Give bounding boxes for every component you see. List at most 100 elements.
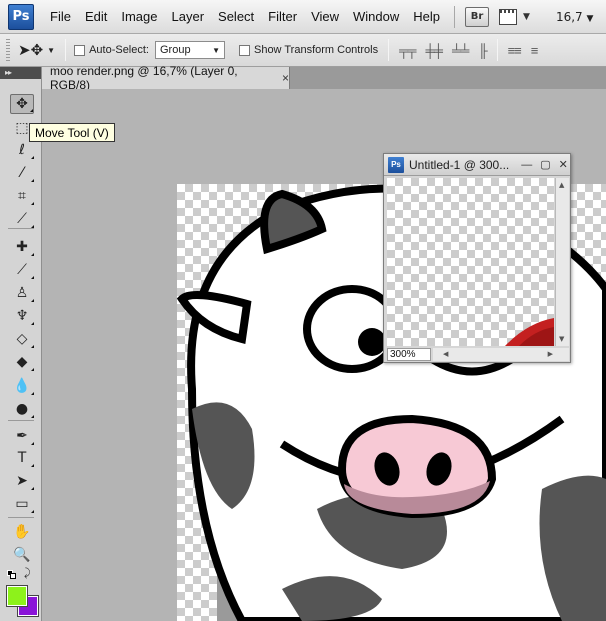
tool-flyout-indicator [31,510,34,513]
move-tool-preset-icon[interactable]: ➤✥ [18,41,43,59]
tool-flyout-indicator [31,345,34,348]
document-tab-bar: moo render.png @ 16,7% (Layer 0, RGB/8) … [42,64,606,92]
chevron-down-icon[interactable]: ▼ [47,46,55,55]
menu-edit[interactable]: Edit [85,9,107,24]
menu-layer[interactable]: Layer [172,9,205,24]
healing-brush-tool-icon[interactable]: ✚ [10,237,34,257]
left-pupil [358,328,386,356]
brush-tool-icon[interactable]: ⟋ [10,260,34,280]
zoom-field[interactable]: 300% [387,348,431,361]
auto-select-value: Group [159,44,191,56]
distribute-vcenter-icon[interactable]: ≡ [531,43,539,58]
minimize-icon[interactable]: — [521,159,532,171]
document-tab[interactable]: moo render.png @ 16,7% (Layer 0, RGB/8) … [42,64,290,92]
zoom-level-menu[interactable]: 16,7 ▼ [556,10,593,24]
scroll-down-icon[interactable]: ▼ [559,335,564,343]
menu-window[interactable]: Window [353,9,399,24]
paint-bucket-tool-icon[interactable]: ◆ [10,352,34,372]
options-separator [388,39,390,61]
chevron-down-icon[interactable]: ▼ [523,12,530,22]
align-vcenter-icon[interactable]: ╪╪ [426,43,443,58]
align-top-icon[interactable]: ╤╤ [399,43,416,58]
clone-stamp-tool-icon[interactable]: ♙ [10,283,34,303]
close-icon[interactable]: × [282,71,289,85]
tools-separator [8,228,34,229]
foreground-color-swatch[interactable] [6,585,28,607]
blur-tool-icon[interactable]: 💧 [10,376,34,396]
tool-flyout-indicator [31,415,34,418]
crop-tool-icon[interactable]: ⌗ [10,186,34,206]
scroll-right-icon[interactable]: ▶ [548,350,553,358]
vertical-scrollbar[interactable]: ▲ ▼ [555,178,569,346]
menu-view[interactable]: View [311,9,339,24]
tools-separator [8,517,34,518]
close-icon[interactable]: ✕ [559,158,568,171]
shape-tool-icon[interactable]: ▭ [10,494,34,514]
floating-window-titlebar[interactable]: Ps Untitled-1 @ 300... — ▢ ✕ [384,154,570,176]
floating-canvas[interactable] [387,178,554,346]
menu-select[interactable]: Select [218,9,254,24]
distribute-top-icon[interactable]: ≡≡ [508,43,522,58]
tool-flyout-indicator [31,276,34,279]
options-grip[interactable] [6,39,10,61]
red-stroke-artwork [505,318,554,346]
tool-flyout-indicator [31,202,34,205]
swap-colors-icon[interactable]: ⤸ [24,566,31,580]
chevron-down-icon: ▼ [586,13,594,24]
move-tool-tooltip: Move Tool (V) [29,123,115,142]
auto-select-label: Auto-Select: [89,44,149,56]
tool-flyout-indicator [31,179,34,182]
menu-image[interactable]: Image [121,9,157,24]
tools-separator [8,420,34,421]
scroll-left-icon[interactable]: ◀ [443,350,448,358]
chevron-down-icon: ▼ [212,45,220,55]
floating-document-window[interactable]: Ps Untitled-1 @ 300... — ▢ ✕ ▲ ▼ 300% ◀ … [383,153,571,363]
tool-flyout-indicator [31,299,34,302]
tool-flyout-indicator [31,392,34,395]
eyedropper-tool-icon[interactable]: ⟋ [10,209,34,229]
horizontal-scrollbar[interactable]: ◀ ▶ [433,348,569,361]
menu-filter[interactable]: Filter [268,9,297,24]
floating-window-status: 300% ◀ ▶ [387,347,569,362]
zoom-tool-icon[interactable]: 🔍 [10,545,34,565]
options-separator [65,39,67,61]
dodge-tool-icon[interactable]: ● [10,399,34,419]
menu-separator [454,5,456,28]
menu-bar: Ps File Edit Image Layer Select Filter V… [0,0,606,34]
scroll-up-icon[interactable]: ▲ [559,181,564,189]
tool-flyout-indicator [30,109,33,112]
options-bar: ➤✥ ▼ Auto-Select: Group ▼ Show Transform … [0,34,606,67]
menu-file[interactable]: File [50,9,71,24]
maximize-icon[interactable]: ▢ [540,158,550,171]
tool-flyout-indicator [31,322,34,325]
photoshop-logo[interactable]: Ps [8,3,34,30]
type-tool-icon[interactable]: T [10,448,34,468]
photoshop-logo-icon: Ps [388,156,404,173]
default-colors-icon[interactable] [7,570,16,579]
document-tab-title: moo render.png @ 16,7% (Layer 0, RGB/8) [50,64,238,92]
path-selection-tool-icon[interactable]: ➤ [10,471,34,491]
zoom-level-value: 16,7 [555,9,583,24]
tool-flyout-indicator [31,368,34,371]
eraser-tool-icon[interactable]: ◇ [10,329,34,349]
move-tool-icon[interactable]: ✥ [10,94,34,114]
auto-select-dropdown[interactable]: Group ▼ [154,41,225,59]
auto-select-checkbox[interactable] [74,44,86,56]
show-transform-checkbox[interactable] [238,44,250,56]
screen-mode-icon[interactable] [499,8,518,25]
pen-tool-icon[interactable]: ✒ [10,426,34,446]
history-brush-tool-icon[interactable]: ♆ [10,306,34,326]
align-bottom-icon[interactable]: ╧╧ [452,43,469,58]
align-left-icon[interactable]: ╟ [478,43,487,58]
menu-help[interactable]: Help [413,9,440,24]
bridge-button[interactable]: Br [465,6,490,27]
magic-wand-tool-icon[interactable]: ⁄ [10,163,34,183]
tools-panel-collapse[interactable]: ▸▸ [0,67,41,79]
options-separator [496,39,498,61]
tool-flyout-indicator [31,156,34,159]
floating-window-title: Untitled-1 @ 300... [409,157,510,172]
hand-tool-icon[interactable]: ✋ [10,522,34,542]
tool-flyout-indicator [31,442,34,445]
lasso-tool-icon[interactable]: ℓ [10,140,34,160]
tool-flyout-indicator [31,253,34,256]
